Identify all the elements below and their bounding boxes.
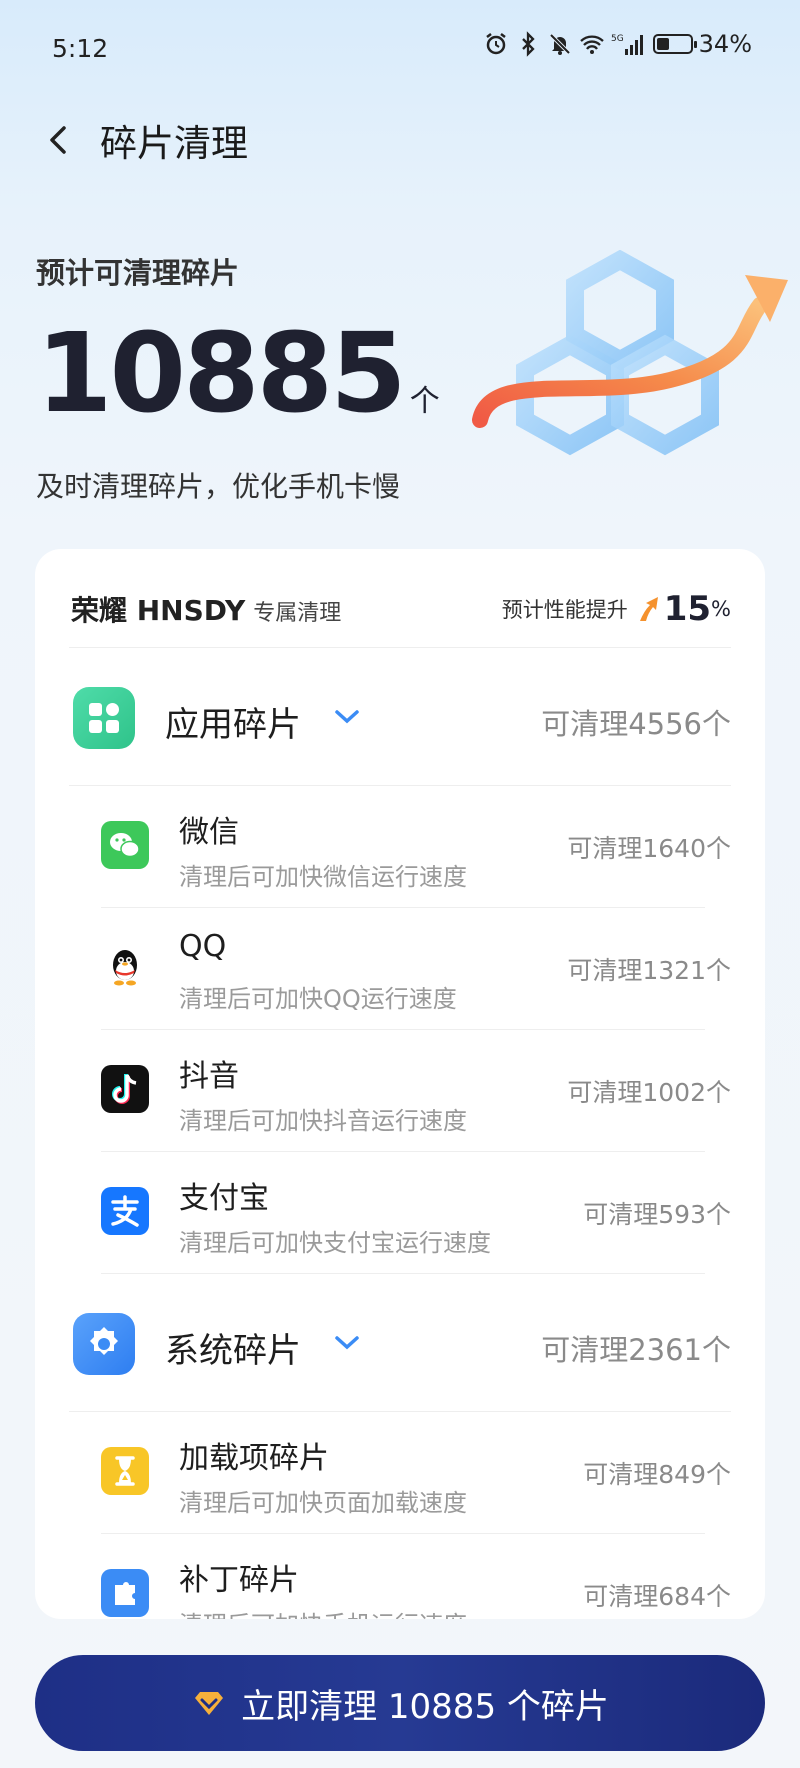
qq-icon <box>101 943 149 991</box>
group-app-fragments[interactable]: 应用碎片 可清理4556个 <box>35 657 765 777</box>
item-title: QQ <box>179 929 227 964</box>
item-count: 可清理1321个 <box>567 956 731 985</box>
patch-icon <box>101 1569 149 1617</box>
card-header: 荣耀 HNSDY 专属清理 预计性能提升 15 % <box>71 579 731 639</box>
group-count: 可清理2361个 <box>541 1333 731 1367</box>
bluetooth-icon <box>521 31 535 57</box>
list-item-patch-fragments[interactable]: 补丁碎片 清理后可加快手机运行速度 可清理684个 <box>35 1533 765 1619</box>
back-arrow-icon[interactable] <box>44 120 74 160</box>
device-brand: 荣耀 HNSDY 专属清理 <box>71 589 341 629</box>
device-name: 荣耀 HNSDY <box>71 594 246 627</box>
apps-grid-icon <box>73 687 135 749</box>
item-count: 可清理1640个 <box>567 834 731 863</box>
page-title: 碎片清理 <box>100 122 248 165</box>
performance-boost: 预计性能提升 15 % <box>502 589 731 629</box>
list-item-qq[interactable]: QQ 清理后可加快QQ运行速度 可清理1321个 <box>35 907 765 1029</box>
group-count: 可清理4556个 <box>541 707 731 741</box>
item-title: 支付宝 <box>179 1181 269 1216</box>
item-title: 微信 <box>179 815 239 850</box>
divider <box>69 647 731 648</box>
item-count: 可清理593个 <box>583 1200 731 1229</box>
page-header: 碎片清理 <box>44 110 248 170</box>
wifi-icon <box>579 35 604 54</box>
item-desc: 清理后可加快页面加载速度 <box>179 1489 467 1517</box>
hourglass-icon <box>101 1447 149 1495</box>
item-desc: 清理后可加快手机运行速度 <box>179 1605 467 1619</box>
status-time: 5:12 <box>52 34 109 63</box>
item-desc: 清理后可加快抖音运行速度 <box>179 1107 467 1135</box>
status-icons: 5G 34% <box>483 30 752 58</box>
signal-icon: 5G <box>611 34 643 55</box>
chevron-down-icon[interactable] <box>333 1333 361 1353</box>
item-title: 补丁碎片 <box>179 1563 299 1598</box>
hero-count-value: 10885 <box>36 309 407 437</box>
hero-label: 预计可清理碎片 <box>36 256 240 290</box>
group-title: 应用碎片 <box>165 705 301 745</box>
divider <box>101 1273 705 1274</box>
item-count: 可清理849个 <box>583 1460 731 1489</box>
cleanup-card: 荣耀 HNSDY 专属清理 预计性能提升 15 % 应用碎片 可清理4556个 微… <box>35 549 765 1619</box>
list-item-wechat[interactable]: 微信 清理后可加快微信运行速度 可清理1640个 <box>35 785 765 907</box>
system-gear-icon <box>73 1313 135 1375</box>
group-system-fragments[interactable]: 系统碎片 可清理2361个 <box>35 1283 765 1403</box>
list-item-alipay[interactable]: 支付宝 清理后可加快支付宝运行速度 可清理593个 <box>35 1151 765 1273</box>
hero-count-unit: 个 <box>409 384 440 419</box>
clean-now-button[interactable]: 立即清理 10885 个碎片 <box>35 1655 765 1751</box>
perf-value: 15 <box>663 589 712 629</box>
alarm-icon <box>485 33 506 55</box>
hero-subtitle: 及时清理碎片，优化手机卡慢 <box>36 470 401 503</box>
item-title: 抖音 <box>179 1059 239 1094</box>
device-sub: 专属清理 <box>253 601 342 626</box>
hero-count: 10885 个 <box>36 318 440 428</box>
perf-unit: % <box>711 597 731 621</box>
perf-label: 预计性能提升 <box>501 598 628 622</box>
up-arrow-icon <box>639 597 658 621</box>
hexagon-arrow-illustration <box>472 250 788 456</box>
douyin-icon <box>101 1065 149 1113</box>
wechat-icon <box>101 821 149 869</box>
mute-bell-icon <box>549 33 571 55</box>
item-desc: 清理后可加快支付宝运行速度 <box>179 1229 491 1257</box>
item-count: 可清理684个 <box>583 1582 731 1611</box>
group-title: 系统碎片 <box>165 1331 301 1371</box>
chevron-down-icon[interactable] <box>333 707 361 727</box>
status-bar: 5:12 5G 34% <box>0 0 800 100</box>
item-title: 加载项碎片 <box>179 1441 329 1476</box>
item-desc: 清理后可加快微信运行速度 <box>179 863 467 891</box>
alipay-icon <box>101 1187 149 1235</box>
battery-icon <box>652 34 697 54</box>
list-item-addon-fragments[interactable]: 加载项碎片 清理后可加快页面加载速度 可清理849个 <box>35 1411 765 1533</box>
battery-percent: 34% <box>698 30 752 58</box>
item-desc: 清理后可加快QQ运行速度 <box>179 985 457 1013</box>
diamond-icon <box>195 1692 224 1715</box>
item-count: 可清理1002个 <box>567 1078 731 1107</box>
clean-now-label: 立即清理 10885 个碎片 <box>241 1686 609 1727</box>
svg-text:5G: 5G <box>611 34 624 44</box>
list-item-douyin[interactable]: 抖音 清理后可加快抖音运行速度 可清理1002个 <box>35 1029 765 1151</box>
